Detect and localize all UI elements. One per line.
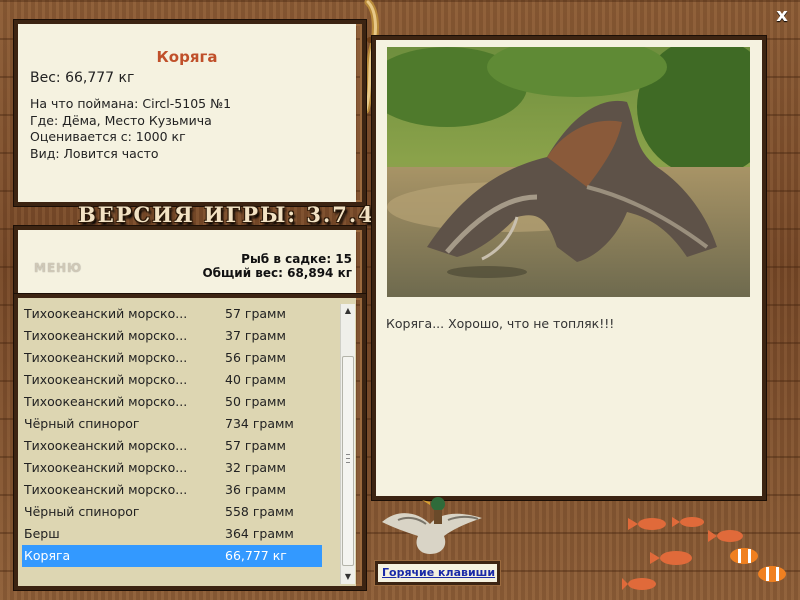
duck-decoration: [382, 497, 482, 554]
catch-name: Коряга: [156, 48, 218, 66]
list-item[interactable]: Тихоокеанский морско... 56 грамм: [22, 347, 322, 369]
list-item[interactable]: Чёрный спинорог 558 грамм: [22, 501, 322, 523]
fish-weight: 558 грамм: [225, 504, 294, 519]
fish-name: Тихоокеанский морско...: [24, 438, 188, 453]
catch-photo: [387, 47, 750, 297]
fish-weight: 57 грамм: [225, 306, 286, 321]
catch-caption: Коряга... Хорошо, что не топляк!!!: [386, 316, 615, 331]
catch-bait: На что поймана: Circl-5105 №1: [30, 96, 232, 111]
list-scrollbar[interactable]: ▲ ▼: [340, 304, 355, 584]
fish-weight: 50 грамм: [225, 394, 286, 409]
photo-panel: Коряга... Хорошо, что не топляк!!!: [376, 40, 762, 496]
list-item[interactable]: Тихоокеанский морско... 40 грамм: [22, 369, 322, 391]
total-weight: Общий вес: 68,894 кг: [202, 266, 352, 280]
menu-button[interactable]: МЕНЮ: [34, 261, 82, 275]
catch-value-threshold: Оценивается с: 1000 кг: [30, 129, 186, 144]
list-item[interactable]: Тихоокеанский морско... 50 грамм: [22, 391, 322, 413]
fish-name: Чёрный спинорог: [24, 416, 140, 431]
list-item[interactable]: Тихоокеанский морско... 37 грамм: [22, 325, 322, 347]
fish-weight: 734 грамм: [225, 416, 294, 431]
grip-icon: [346, 454, 350, 463]
fish-weight: 37 грамм: [225, 328, 286, 343]
fish-name: Чёрный спинорог: [24, 504, 140, 519]
fish-name: Тихоокеанский морско...: [24, 482, 188, 497]
fish-name: Тихоокеанский морско...: [24, 394, 188, 409]
stats-panel: МЕНЮ Рыб в садке: 15 Общий вес: 68,894 к…: [18, 230, 356, 294]
fish-name: Тихоокеанский морско...: [24, 350, 188, 365]
list-item[interactable]: Тихоокеанский морско... 32 грамм: [22, 457, 322, 479]
keepnet-stats: Рыб в садке: 15 Общий вес: 68,894 кг: [202, 252, 352, 280]
list-item[interactable]: Тихоокеанский морско... 36 грамм: [22, 479, 322, 501]
game-version: ВЕРСИЯ ИГРЫ: 3.7.4: [78, 202, 375, 227]
close-button[interactable]: x: [772, 6, 792, 26]
catch-weight: Вес: 66,777 кг: [30, 70, 135, 86]
fish-count: Рыб в садке: 15: [241, 252, 352, 266]
list-item[interactable]: Берш 364 грамм: [22, 523, 322, 545]
fish-name: Тихоокеанский морско...: [24, 460, 188, 475]
fish-list: Тихоокеанский морско... 57 грамм Тихоокеан…: [18, 298, 356, 586]
hotkeys-link[interactable]: Горячие клавиши: [382, 566, 495, 579]
fish-weight: 36 грамм: [225, 482, 286, 497]
list-item[interactable]: Чёрный спинорог 734 грамм: [22, 413, 322, 435]
fish-weight: 364 грамм: [225, 526, 294, 541]
fish-name: Коряга: [24, 548, 71, 563]
scroll-up-arrow[interactable]: ▲: [341, 304, 355, 318]
list-item[interactable]: Коряга 66,777 кг: [22, 545, 322, 567]
scroll-thumb[interactable]: [342, 356, 354, 566]
scroll-down-arrow[interactable]: ▼: [341, 570, 355, 584]
fish-weight: 32 грамм: [225, 460, 286, 475]
fish-weight: 40 грамм: [225, 372, 286, 387]
fish-weight: 66,777 кг: [225, 548, 287, 563]
fish-decoration: [622, 517, 786, 590]
catch-location: Где: Дёма, Место Кузьмича: [30, 112, 212, 128]
fish-name: Тихоокеанский морско...: [24, 306, 188, 321]
fish-name: Тихоокеанский морско...: [24, 372, 188, 387]
fish-weight: 57 грамм: [225, 438, 286, 453]
catch-frequency: Вид: Ловится часто: [30, 145, 159, 161]
fish-name: Берш: [24, 526, 60, 541]
catch-info-panel: Коряга Вес: 66,777 кг На что поймана: Ci…: [18, 24, 356, 202]
list-item[interactable]: Тихоокеанский морско... 57 грамм: [22, 435, 322, 457]
fish-name: Тихоокеанский морско...: [24, 328, 188, 343]
hotkeys-box: Горячие клавиши: [375, 561, 500, 585]
list-item[interactable]: Тихоокеанский морско... 57 грамм: [22, 303, 322, 325]
fish-weight: 56 грамм: [225, 350, 286, 365]
